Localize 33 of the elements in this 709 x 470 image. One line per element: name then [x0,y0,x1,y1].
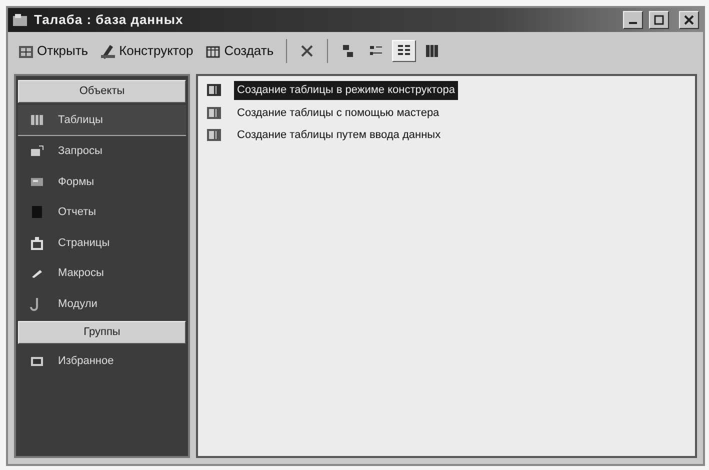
close-button[interactable] [679,11,699,29]
close-icon [684,15,694,25]
section-header[interactable]: Объекты [18,80,186,102]
sidebar-item[interactable]: Таблицы [18,104,186,136]
sidebar-item[interactable]: Избранное [18,346,186,376]
ruler-pencil-icon [100,43,116,59]
sidebar-item[interactable]: Запросы [18,136,186,166]
minimize-button[interactable] [623,11,643,29]
window-title: Талаба : база данных [34,11,184,30]
list-button[interactable] [392,40,416,62]
table-icon [30,112,44,127]
report-icon [30,205,44,220]
sidebar-item[interactable]: Формы [18,166,186,197]
toolbar-button[interactable]: Конструктор [96,38,198,64]
section-header[interactable]: Группы [18,321,186,344]
query-icon [30,144,44,158]
toolbar-button[interactable]: Открыть [14,38,92,64]
sidebar-item[interactable]: Отчеты [18,197,186,228]
maximize-button[interactable] [649,11,669,29]
maximize-icon [654,15,664,25]
open-icon [18,43,34,59]
list-item[interactable]: Создание таблицы путем ввода данных [234,126,444,144]
page-icon [30,236,44,250]
delete-icon [298,43,315,59]
details-icon [424,43,440,59]
toolbar-button[interactable]: Создать [201,38,278,64]
sidebar-item[interactable]: Макросы [18,258,186,288]
sidebar-item[interactable]: Страницы [18,228,186,258]
list-item[interactable]: Создание таблицы с помощью мастера [234,104,442,122]
database-icon [12,13,28,27]
list-item[interactable]: Создание таблицы в режиме конструктора [234,81,458,100]
minimize-icon [629,22,637,24]
sidebar-item[interactable]: Модули [18,288,186,319]
